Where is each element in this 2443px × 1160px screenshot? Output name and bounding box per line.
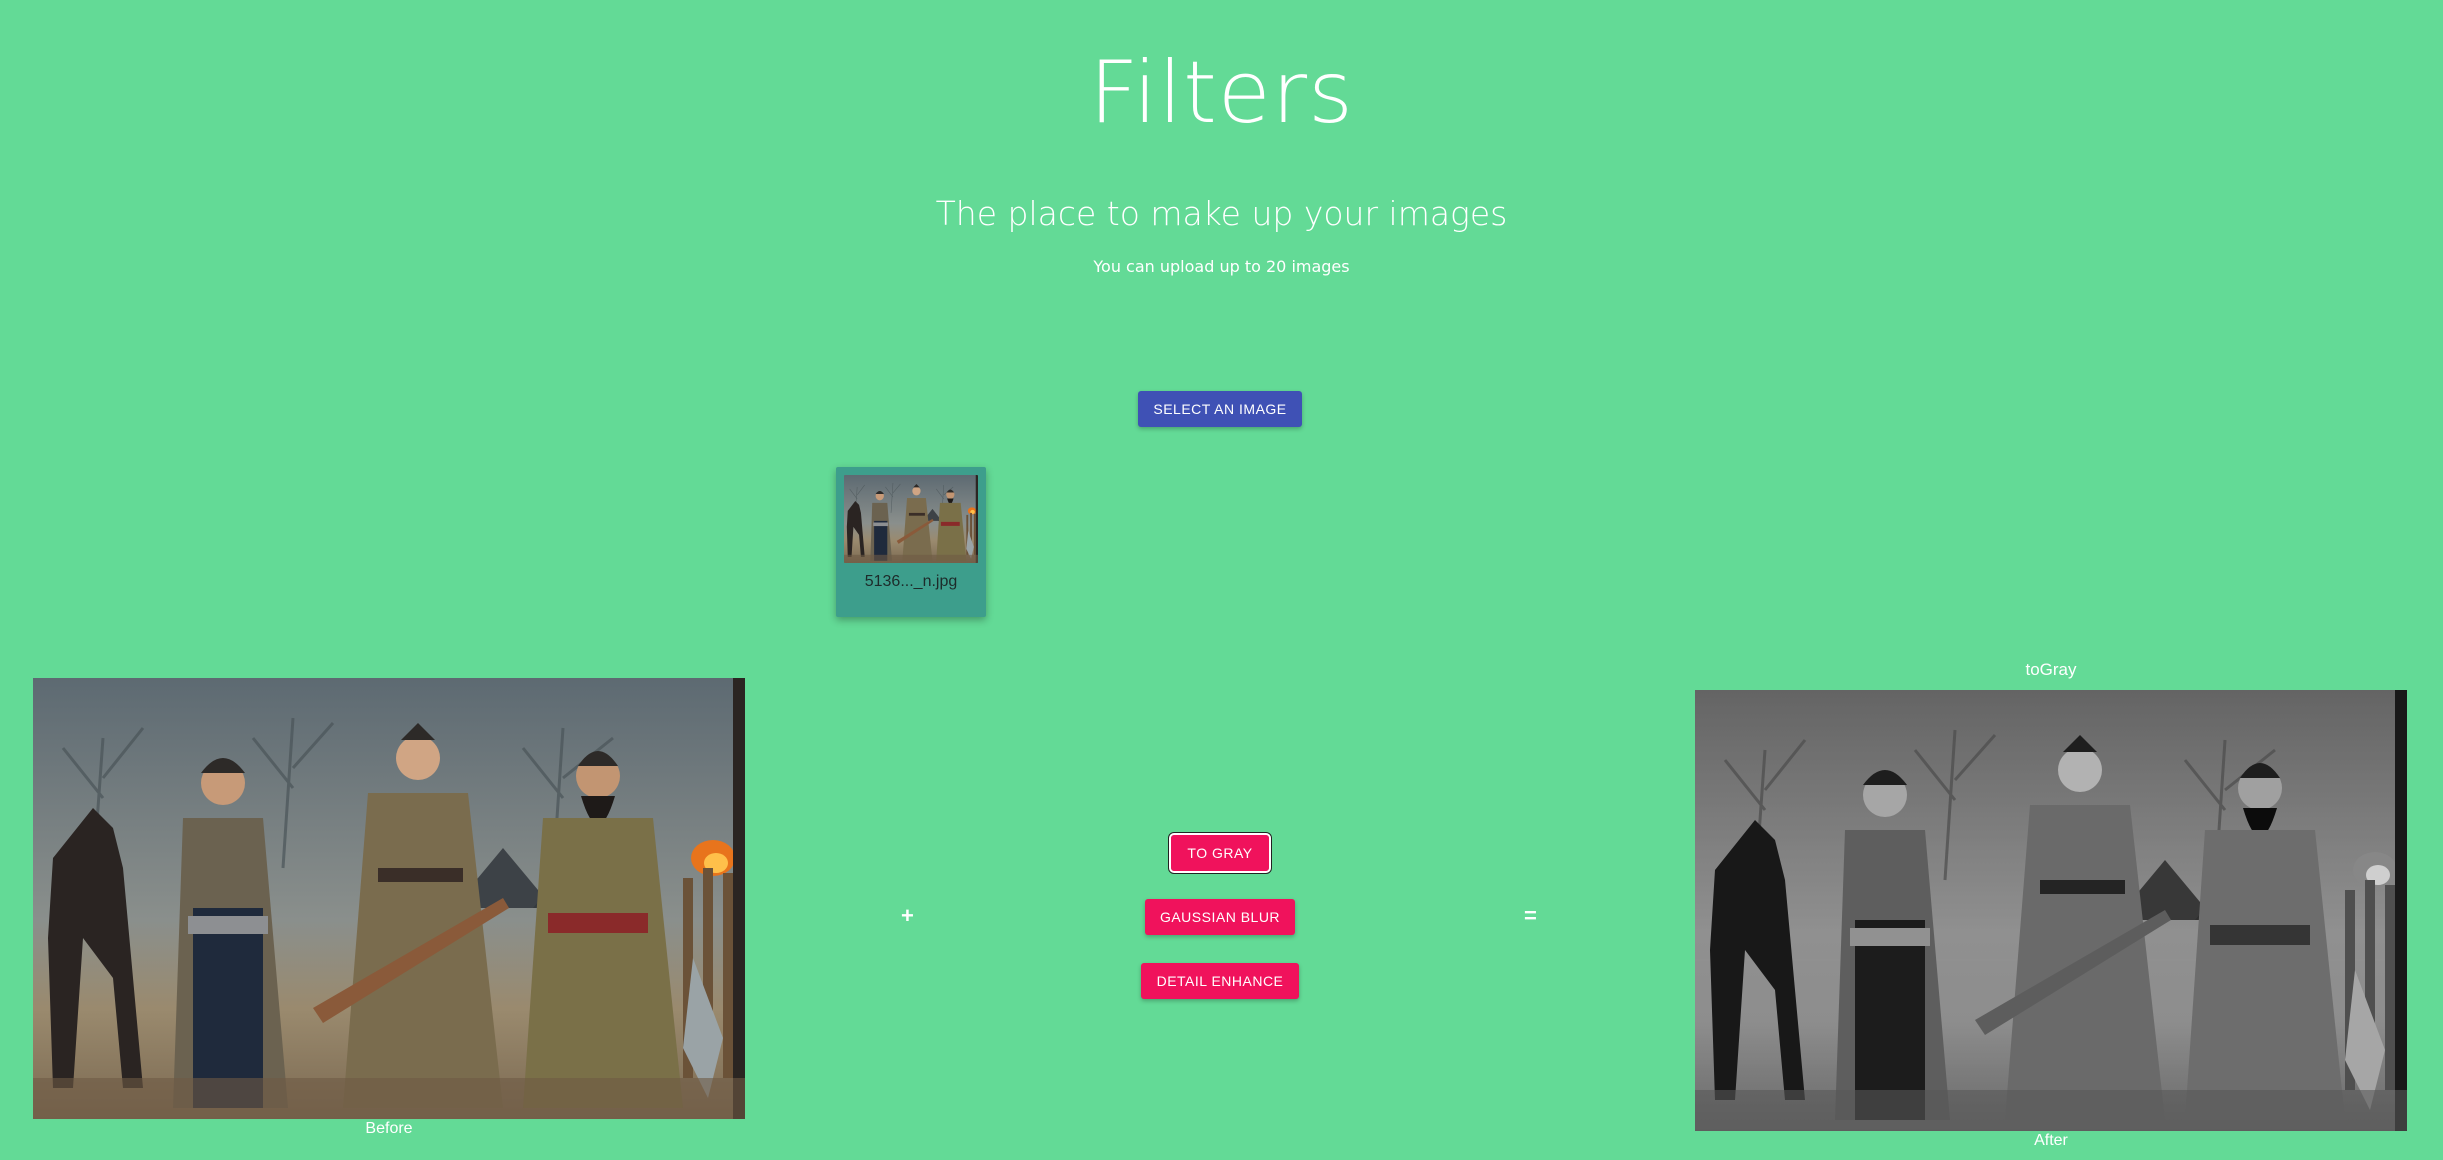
equals-symbol: =: [1524, 903, 1537, 928]
after-image: [1695, 690, 2407, 1131]
gaussian-blur-button[interactable]: GAUSSIAN BLUR: [1145, 899, 1295, 935]
upload-limit-caption: You can upload up to 20 images: [1093, 257, 1350, 276]
before-image: [33, 678, 745, 1119]
thumbnail-image: [844, 475, 978, 563]
thumbnail-card[interactable]: 5136..._n.jpg: [836, 467, 986, 617]
filters-page: Filters The place to make up your images…: [0, 0, 2443, 1160]
to-gray-button[interactable]: TO GRAY: [1169, 833, 1271, 873]
applied-filter-label: toGray: [2025, 660, 2077, 679]
detail-enhance-button[interactable]: DETAIL ENHANCE: [1141, 963, 1299, 999]
after-label: After: [2034, 1132, 2068, 1149]
page-subtitle: The place to make up your images: [935, 194, 1508, 233]
before-label: Before: [365, 1120, 413, 1137]
thumbnail-filename: 5136..._n.jpg: [864, 573, 958, 590]
select-image-button[interactable]: SELECT AN IMAGE: [1138, 391, 1302, 427]
plus-symbol: +: [901, 903, 914, 928]
page-title: Filters: [1089, 43, 1354, 143]
